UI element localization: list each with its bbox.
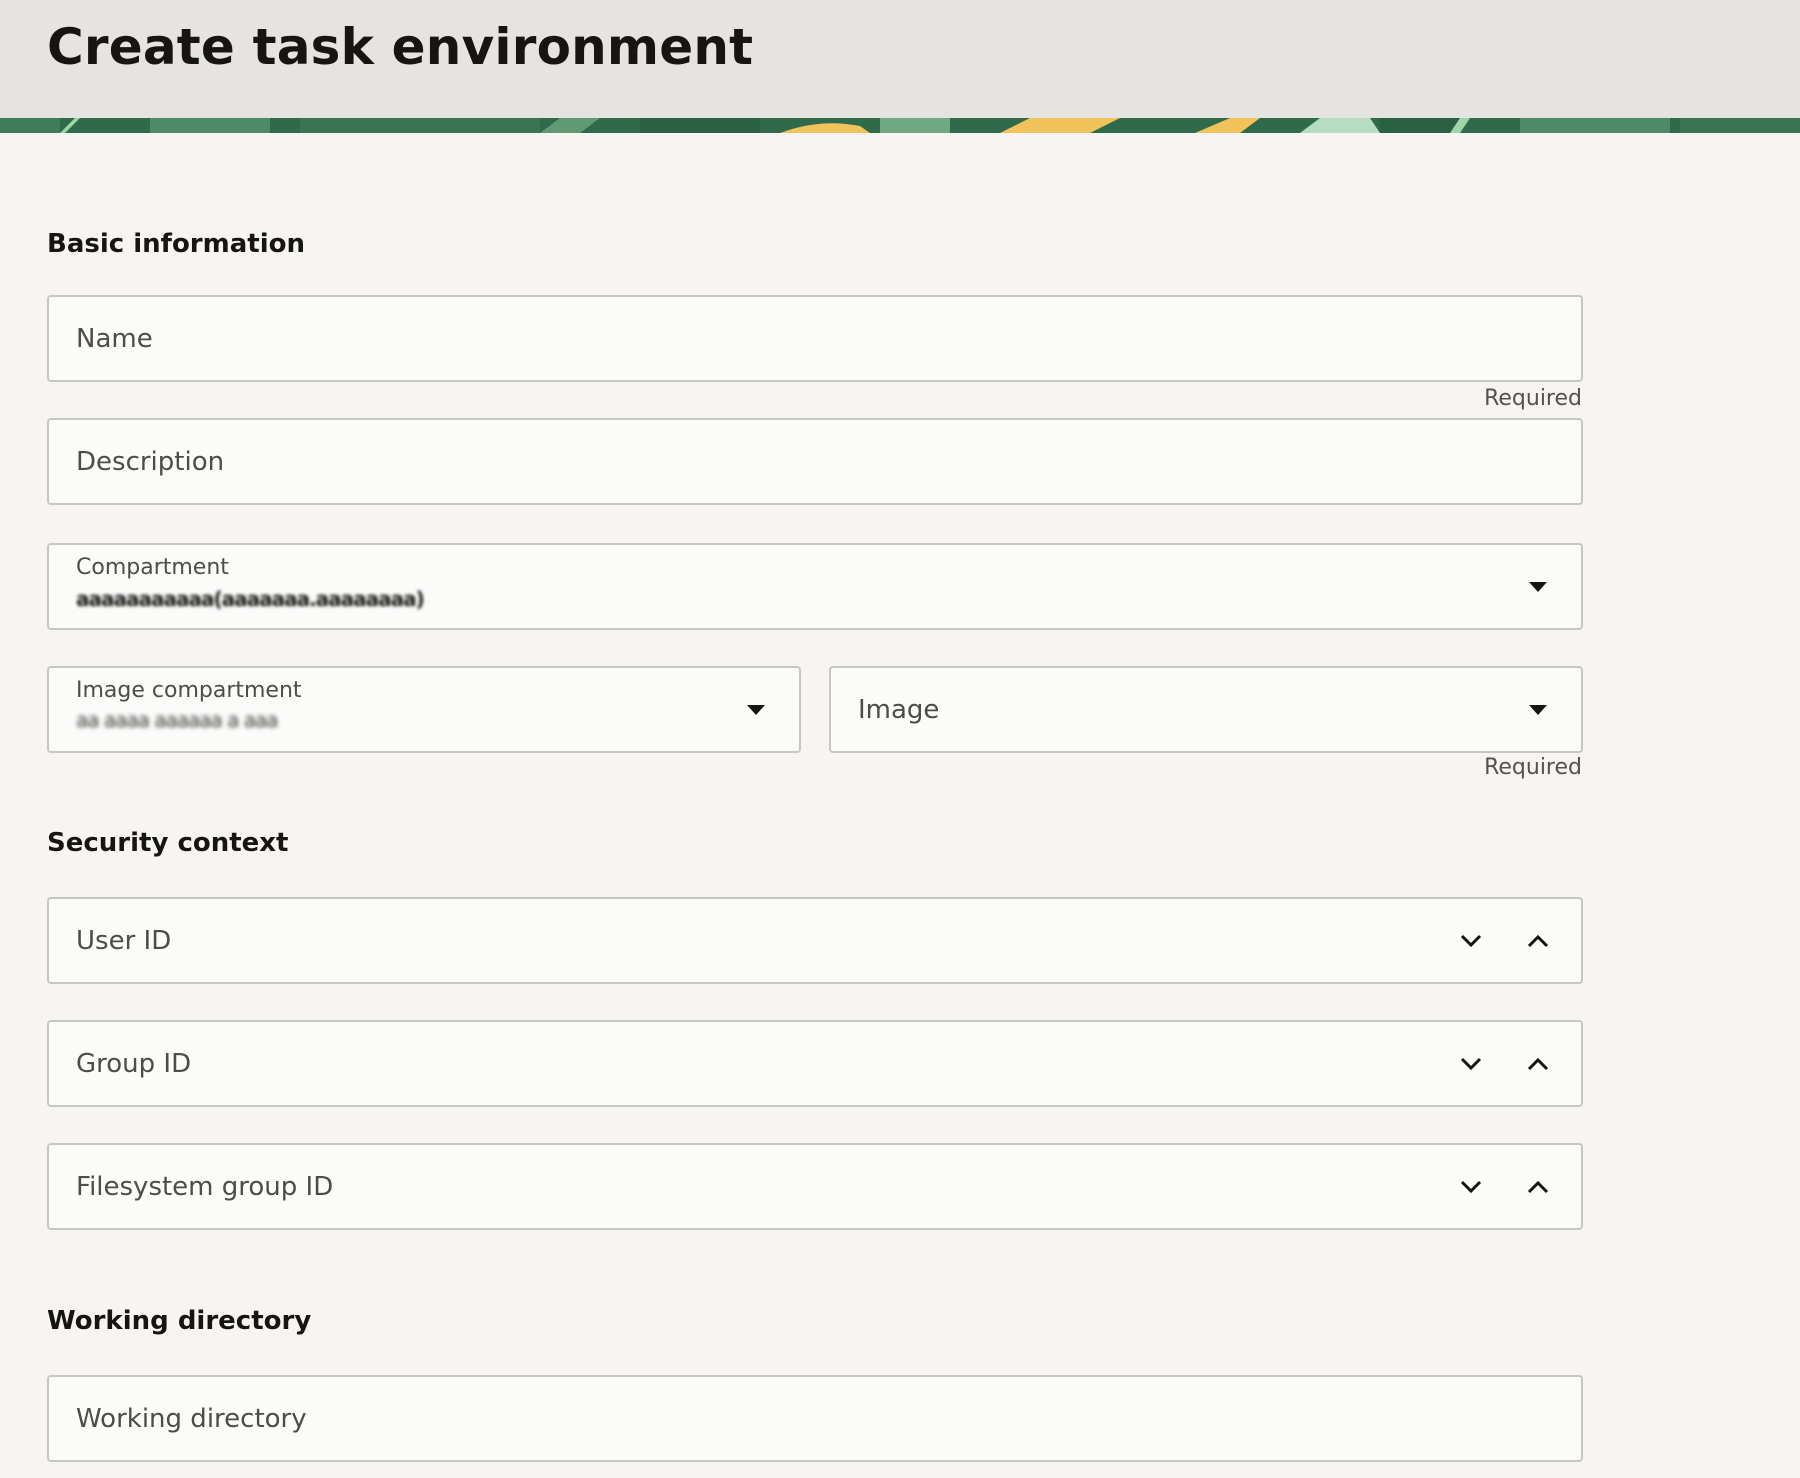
- page-header: Create task environment: [0, 0, 1800, 118]
- group-id-placeholder: Group ID: [76, 1048, 192, 1079]
- caret-down-icon[interactable]: [1529, 704, 1547, 715]
- compartment-value: aaaaaaaaaaa(aaaaaaa.aaaaaaaa): [76, 587, 425, 611]
- image-select[interactable]: Image: [829, 666, 1583, 753]
- chevron-down-icon[interactable]: [1458, 928, 1484, 954]
- page-title: Create task environment: [47, 18, 754, 76]
- section-working-directory: Working directory: [47, 1306, 312, 1336]
- image-compartment-value: aa aaaa aaaaaa a aaa: [76, 708, 279, 732]
- chevron-down-icon[interactable]: [1458, 1051, 1484, 1077]
- working-directory-placeholder: Working directory: [76, 1403, 307, 1434]
- image-compartment-select[interactable]: Image compartment aa aaaa aaaaaa a aaa: [47, 666, 801, 753]
- filesystem-group-id-stepper[interactable]: Filesystem group ID: [47, 1143, 1583, 1230]
- name-field[interactable]: Name: [47, 295, 1583, 382]
- image-placeholder: Image: [858, 694, 940, 725]
- banner-pattern-icon: [0, 118, 1800, 133]
- section-security-context: Security context: [47, 828, 289, 858]
- section-basic-information: Basic information: [47, 229, 305, 259]
- description-placeholder: Description: [76, 446, 225, 477]
- user-id-placeholder: User ID: [76, 925, 172, 956]
- group-id-stepper[interactable]: Group ID: [47, 1020, 1583, 1107]
- user-id-stepper[interactable]: User ID: [47, 897, 1583, 984]
- description-field[interactable]: Description: [47, 418, 1583, 505]
- chevron-up-icon[interactable]: [1525, 1051, 1551, 1077]
- filesystem-group-id-placeholder: Filesystem group ID: [76, 1171, 334, 1202]
- caret-down-icon[interactable]: [1529, 581, 1547, 592]
- name-required-hint: Required: [1484, 386, 1582, 411]
- compartment-label: Compartment: [76, 555, 229, 580]
- image-required-hint: Required: [1484, 755, 1582, 780]
- chevron-up-icon[interactable]: [1525, 928, 1551, 954]
- name-placeholder: Name: [76, 323, 153, 354]
- caret-down-icon[interactable]: [747, 704, 765, 715]
- chevron-down-icon[interactable]: [1458, 1174, 1484, 1200]
- working-directory-field[interactable]: Working directory: [47, 1375, 1583, 1462]
- chevron-up-icon[interactable]: [1525, 1174, 1551, 1200]
- compartment-select[interactable]: Compartment aaaaaaaaaaa(aaaaaaa.aaaaaaaa…: [47, 543, 1583, 630]
- decorative-banner: [0, 118, 1800, 133]
- image-compartment-label: Image compartment: [76, 678, 302, 703]
